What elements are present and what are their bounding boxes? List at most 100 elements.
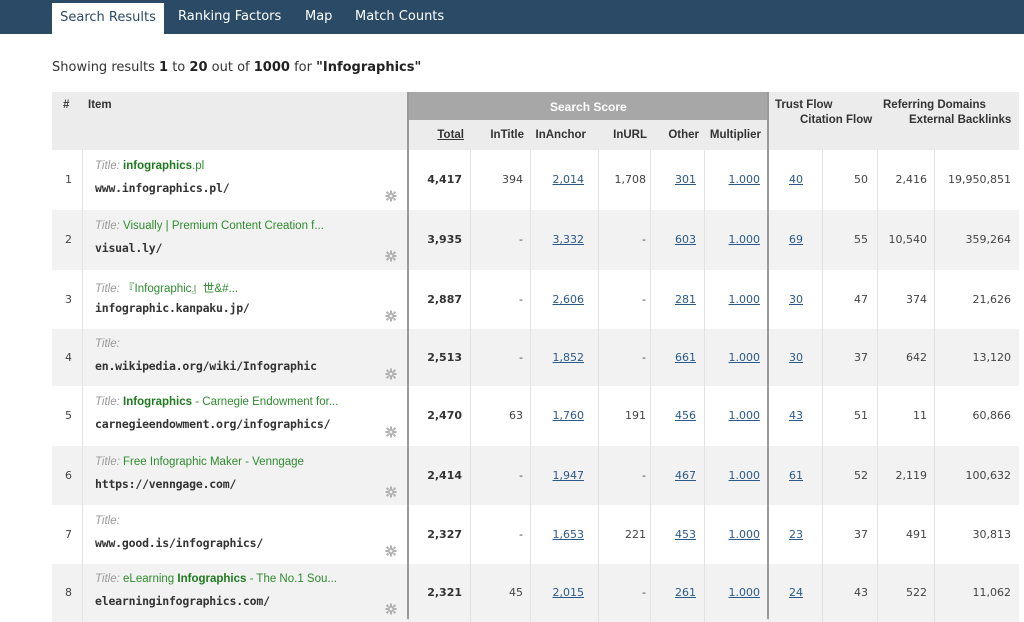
other-link[interactable]: 467 (650, 469, 696, 482)
result-title: Title: (95, 515, 120, 527)
gear-icon[interactable] (385, 365, 397, 379)
cell-border (82, 270, 83, 329)
gear-icon[interactable] (385, 600, 397, 615)
result-url[interactable]: elearninginfographics.com/ (95, 594, 270, 608)
table-row: 1 Title: infographics.pl www.infographics.… (52, 150, 1019, 210)
table-row: 7 Title: www.good.is/infographics/2,327-1… (52, 505, 1019, 564)
col-external-backlinks-header[interactable]: External Backlinks (909, 114, 1011, 126)
citation-flow-value: 52 (854, 469, 868, 482)
gear-icon[interactable] (385, 247, 397, 262)
external-backlinks-value: 13,120 (972, 351, 1012, 364)
trust-flow-link[interactable]: 24 (768, 586, 803, 599)
col-inanchor-header[interactable]: InAnchor (530, 129, 586, 141)
other-link[interactable]: 453 (650, 528, 696, 541)
result-url[interactable]: visual.ly/ (95, 241, 162, 255)
other-link[interactable]: 456 (650, 409, 696, 422)
title-label: Title: (95, 282, 120, 295)
col-other-header[interactable]: Other (657, 129, 699, 141)
inanchor-link[interactable]: 3,332 (530, 233, 585, 246)
trust-flow-link[interactable]: 61 (768, 469, 803, 482)
external-backlinks-value: 359,264 (965, 233, 1012, 246)
referring-domains-value: 2,119 (895, 469, 928, 482)
citation-flow-value: 43 (854, 586, 868, 599)
inurl-value: - (642, 351, 646, 364)
inanchor-link[interactable]: 1,852 (530, 351, 585, 364)
inurl-value: 191 (625, 409, 646, 422)
tab-ranking-factors[interactable]: Ranking Factors (178, 0, 281, 34)
summary-prefix: Showing results (52, 60, 155, 75)
external-backlinks-value: 19,950,851 (948, 173, 1011, 186)
total-score: 2,470 (427, 409, 462, 422)
summary-for-word: for (294, 60, 312, 75)
result-url[interactable]: www.infographics.pl/ (95, 181, 230, 195)
trust-flow-link[interactable]: 40 (768, 173, 803, 186)
trust-flow-link[interactable]: 43 (768, 409, 803, 422)
multiplier-link[interactable]: 1.000 (704, 233, 761, 246)
inanchor-link[interactable]: 2,606 (530, 293, 585, 306)
row-number: 1 (65, 173, 72, 186)
multiplier-link[interactable]: 1.000 (704, 173, 761, 186)
inanchor-link[interactable]: 1,760 (530, 409, 585, 422)
cell-border (82, 150, 83, 210)
result-title: Title: 『Infographic』世&#... (95, 280, 238, 296)
tab-search-results[interactable]: Search Results (52, 0, 164, 34)
gear-icon[interactable] (385, 483, 397, 497)
result-url[interactable]: https://venngage.com/ (95, 477, 236, 491)
col-total-header[interactable]: Total (436, 129, 464, 141)
total-score: 2,414 (427, 469, 462, 482)
col-inurl-header[interactable]: InURL (604, 129, 647, 141)
referring-domains-value: 642 (906, 351, 927, 364)
gear-icon[interactable] (385, 423, 397, 438)
result-url[interactable]: infographic.kanpaku.jp/ (95, 301, 250, 315)
table-row: 2 Title: Visually | Premium Content Creat… (52, 210, 1019, 270)
gear-icon[interactable] (385, 542, 397, 556)
row-number: 6 (65, 469, 72, 482)
gear-icon[interactable] (385, 187, 397, 202)
other-link[interactable]: 301 (650, 173, 696, 186)
inanchor-link[interactable]: 2,015 (530, 586, 585, 599)
trust-flow-link[interactable]: 30 (768, 351, 803, 364)
other-link[interactable]: 261 (650, 586, 696, 599)
col-trust-flow-header[interactable]: Trust Flow (775, 99, 833, 111)
multiplier-link[interactable]: 1.000 (704, 528, 761, 541)
col-referring-domains-header[interactable]: Referring Domains (883, 99, 986, 111)
inanchor-link[interactable]: 1,653 (530, 528, 585, 541)
result-url[interactable]: www.good.is/infographics/ (95, 536, 263, 550)
intitle-value: 394 (502, 173, 523, 186)
multiplier-link[interactable]: 1.000 (704, 409, 761, 422)
referring-domains-value: 11 (913, 409, 927, 422)
col-intitle-header[interactable]: InTitle (482, 129, 524, 141)
referring-domains-value: 2,416 (895, 173, 928, 186)
trust-flow-link[interactable]: 69 (768, 233, 803, 246)
other-link[interactable]: 603 (650, 233, 696, 246)
title-label: Title: (95, 514, 120, 527)
tab-match-counts[interactable]: Match Counts (355, 0, 444, 34)
inanchor-link[interactable]: 2,014 (530, 173, 585, 186)
inanchor-link[interactable]: 1,947 (530, 469, 585, 482)
title-text-post: - Carnegie Endowment for... (192, 396, 339, 408)
gear-icon[interactable] (385, 307, 397, 321)
trust-flow-link[interactable]: 30 (768, 293, 803, 306)
cell-border (82, 329, 83, 386)
col-citation-flow-header[interactable]: Citation Flow (800, 114, 872, 126)
cell-border (82, 210, 83, 270)
other-link[interactable]: 661 (650, 351, 696, 364)
cell-border (82, 564, 83, 622)
total-score: 4,417 (427, 173, 462, 186)
multiplier-link[interactable]: 1.000 (704, 351, 761, 364)
multiplier-link[interactable]: 1.000 (704, 469, 761, 482)
col-item-header[interactable]: Item (88, 99, 112, 111)
col-multiplier-header[interactable]: Multiplier (704, 129, 761, 141)
other-link[interactable]: 281 (650, 293, 696, 306)
result-url[interactable]: en.wikipedia.org/wiki/Infographic (95, 359, 317, 373)
intitle-value: - (519, 469, 523, 482)
tab-map[interactable]: Map (305, 0, 332, 34)
summary-total: 1000 (253, 60, 290, 75)
total-score: 2,887 (427, 293, 462, 306)
trust-flow-link[interactable]: 23 (768, 528, 803, 541)
multiplier-link[interactable]: 1.000 (704, 586, 761, 599)
title-text: Visually | Premium Content Creation f... (123, 220, 324, 232)
multiplier-link[interactable]: 1.000 (704, 293, 761, 306)
result-url[interactable]: carnegieendowment.org/infographics/ (95, 417, 331, 431)
result-title: Title: infographics.pl (95, 160, 204, 172)
